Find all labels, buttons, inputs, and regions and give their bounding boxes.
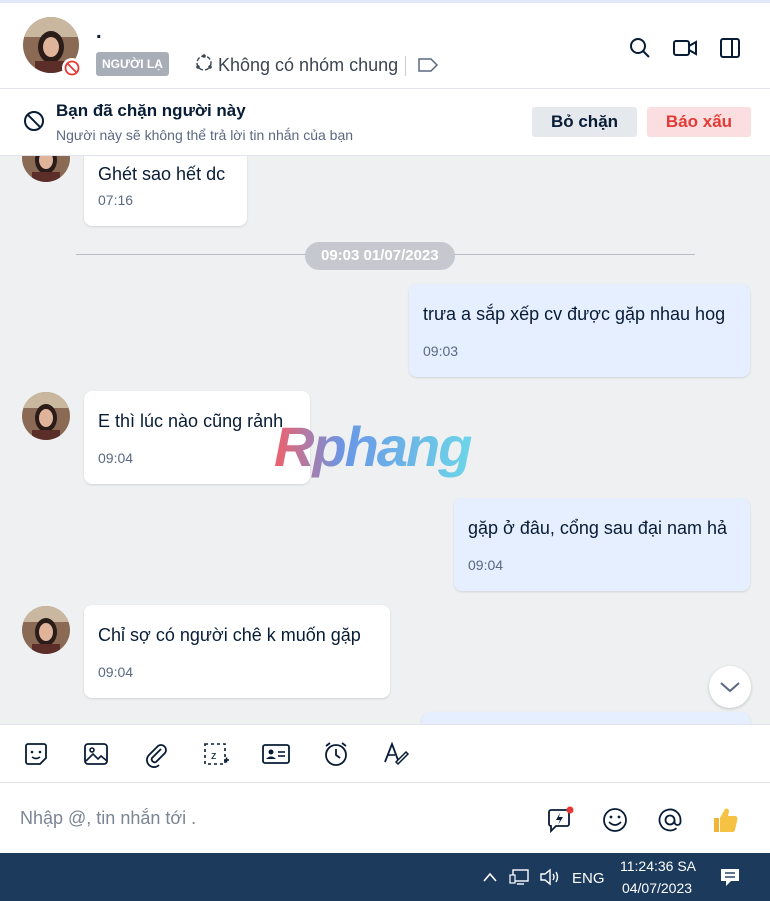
chat-header: . NGƯỜI LẠ Không có nhóm chung	[0, 0, 770, 89]
message-time: 09:04	[98, 664, 134, 680]
volume-icon[interactable]	[539, 868, 561, 891]
notification-center-icon[interactable]	[719, 867, 741, 892]
sender-avatar[interactable]	[22, 392, 70, 440]
text-format-icon[interactable]	[381, 739, 411, 769]
common-groups-info[interactable]: Không có nhóm chung	[194, 53, 398, 78]
message-list[interactable]: Ghét sao hết dc 07:16 09:03 01/07/2023 t…	[0, 156, 770, 724]
message-time: 09:04	[468, 557, 504, 573]
sender-avatar[interactable]	[22, 156, 70, 182]
message-text: E thì lúc nào cũng rảnh	[98, 411, 284, 431]
composer	[0, 783, 770, 853]
screenshot-icon[interactable]: z	[201, 739, 231, 769]
watermark-text: Rphang	[274, 418, 472, 478]
group-icon	[194, 53, 214, 78]
message-time: 09:03	[423, 343, 459, 359]
scroll-to-bottom-button[interactable]	[709, 666, 751, 708]
like-icon[interactable]	[710, 805, 740, 835]
label-tag-icon[interactable]	[417, 57, 439, 78]
blocked-title: Bạn đã chặn người này	[56, 101, 246, 120]
mention-icon[interactable]	[655, 805, 685, 835]
network-icon[interactable]	[509, 868, 531, 891]
clock-time[interactable]: 11:24:36 SA	[619, 858, 697, 874]
reminder-icon[interactable]	[321, 739, 351, 769]
attachment-icon[interactable]	[141, 739, 171, 769]
sidebar-toggle-icon[interactable]	[716, 34, 744, 62]
header-divider	[405, 56, 406, 76]
message-text: gặp ở đâu, cổng sau đại nam hả	[468, 518, 727, 538]
svg-text:z: z	[211, 750, 217, 762]
message-time: 09:04	[98, 450, 134, 466]
message-bubble-partial[interactable]	[422, 712, 750, 724]
report-button[interactable]: Báo xấu	[647, 107, 751, 137]
blocked-icon	[23, 110, 45, 137]
composer-toolbar: z	[0, 724, 770, 783]
message-text: Ghét sao hết dc	[98, 164, 226, 184]
video-call-icon[interactable]	[671, 34, 699, 62]
image-icon[interactable]	[81, 739, 111, 769]
quick-message-icon[interactable]	[545, 805, 575, 835]
message-bubble[interactable]: trưa a sắp xếp cv được gặp nhau hog 09:0…	[409, 284, 750, 377]
unblock-button[interactable]: Bỏ chặn	[532, 107, 637, 137]
contact-card-icon[interactable]	[261, 739, 291, 769]
windows-taskbar: ENG 11:24:36 SA 04/07/2023	[0, 853, 770, 901]
message-input[interactable]	[20, 803, 500, 833]
blocked-subtitle: Người này sẽ không thể trả lời tin nhắn …	[56, 127, 354, 143]
message-bubble[interactable]: Chỉ sợ có người chê k muốn gặp 09:04	[84, 605, 390, 698]
message-text: Chỉ sợ có người chê k muốn gặp	[98, 625, 361, 645]
message-text: trưa a sắp xếp cv được gặp nhau hog	[423, 304, 726, 324]
message-time: 07:16	[98, 192, 134, 208]
contact-name[interactable]: .	[96, 21, 102, 44]
message-bubble[interactable]: Ghét sao hết dc 07:16	[84, 156, 247, 226]
chevron-down-icon	[720, 682, 740, 693]
emoji-icon[interactable]	[600, 805, 630, 835]
stranger-tag: NGƯỜI LẠ	[96, 52, 169, 76]
clock-date[interactable]: 04/07/2023	[617, 880, 697, 896]
common-groups-text: Không có nhóm chung	[218, 55, 399, 75]
search-icon[interactable]	[626, 34, 654, 62]
message-bubble[interactable]: gặp ở đâu, cổng sau đại nam hả 09:04	[454, 498, 750, 591]
date-separator: 09:03 01/07/2023	[305, 242, 455, 270]
blocked-badge	[62, 58, 82, 78]
blocked-banner: Bạn đã chặn người này Người này sẽ không…	[0, 89, 770, 156]
watermark-logo: Rphang	[272, 415, 502, 492]
sender-avatar[interactable]	[22, 606, 70, 654]
chevron-up-icon[interactable]	[482, 870, 498, 888]
input-language[interactable]: ENG	[572, 870, 605, 887]
sticker-icon[interactable]	[21, 739, 51, 769]
